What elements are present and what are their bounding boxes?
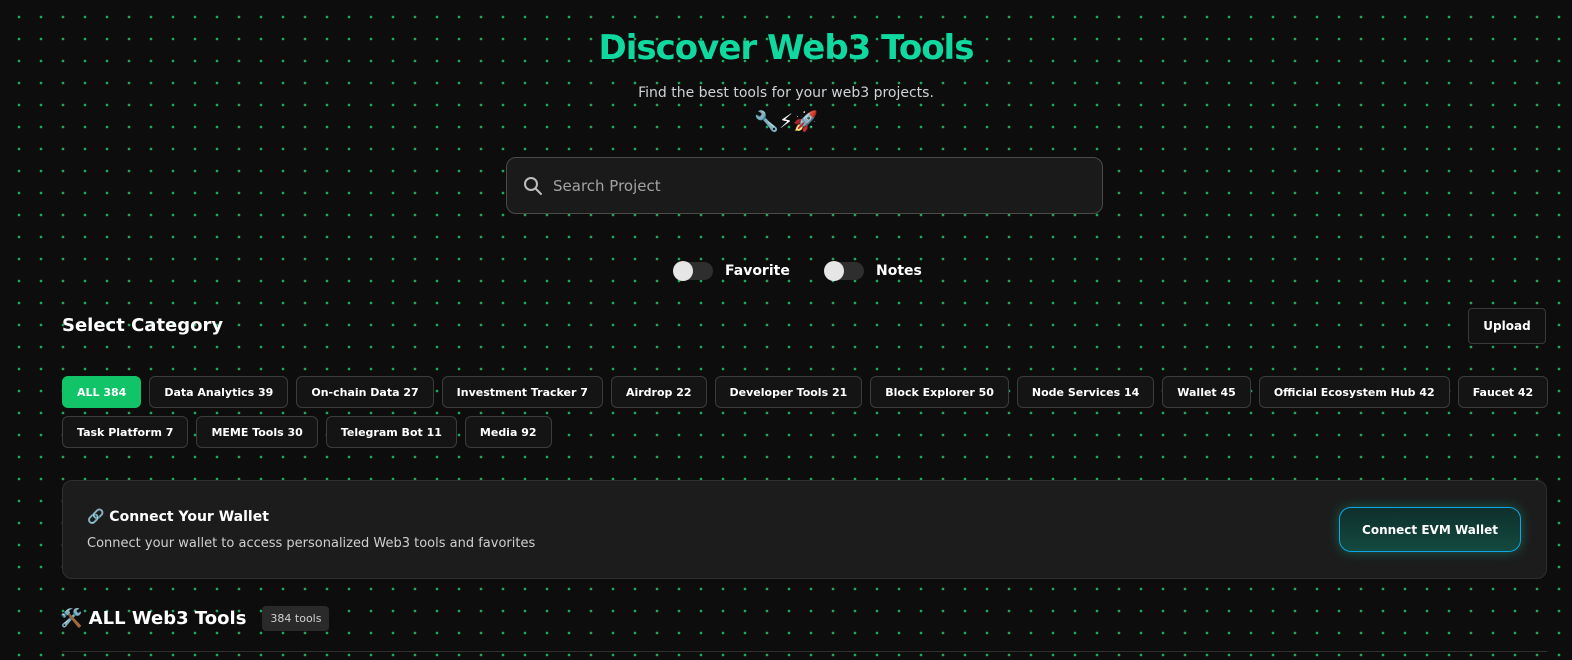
- search-bar[interactable]: [506, 157, 1103, 214]
- category-chip[interactable]: Telegram Bot 11: [325, 416, 457, 448]
- category-chip-row-2: Task Platform 7 MEME Tools 30 Telegram Bot…: [62, 416, 1522, 448]
- category-title: Select Category: [62, 315, 224, 336]
- search-icon: [524, 176, 542, 195]
- connect-evm-wallet-button[interactable]: Connect EVM Wallet: [1339, 507, 1521, 552]
- page-title: Discover Web3 Tools: [598, 28, 975, 68]
- category-chip[interactable]: Official Ecosystem Hub 42: [1258, 376, 1450, 408]
- category-chip[interactable]: On-chain Data 27: [296, 376, 434, 408]
- favorite-toggle-group[interactable]: Favorite: [673, 261, 790, 281]
- tools-title: 🛠️ ALL Web3 Tools: [60, 608, 247, 629]
- tools-heading: 🛠️ ALL Web3 Tools 384 tools: [60, 606, 330, 631]
- favorite-toggle-label: Favorite: [725, 263, 790, 279]
- category-chip[interactable]: ALL 384: [62, 376, 142, 408]
- category-chip[interactable]: Developer Tools 21: [714, 376, 863, 408]
- hero-emojis: 🔧⚡🚀: [754, 109, 818, 133]
- category-chip[interactable]: Faucet 42: [1457, 376, 1549, 408]
- wallet-description: Connect your wallet to access personaliz…: [87, 536, 536, 551]
- category-chip[interactable]: Investment Tracker 7: [441, 376, 603, 408]
- favorite-toggle-knob: [673, 261, 693, 281]
- category-chip[interactable]: Airdrop 22: [610, 376, 707, 408]
- category-chip[interactable]: Task Platform 7: [62, 416, 189, 448]
- category-chip[interactable]: Media 92: [464, 416, 552, 448]
- category-chip[interactable]: Wallet 45: [1162, 376, 1251, 408]
- category-chip[interactable]: Data Analytics 39: [149, 376, 289, 408]
- category-chip[interactable]: MEME Tools 30: [196, 416, 318, 448]
- wallet-panel: 🔗 Connect Your Wallet Connect your walle…: [62, 480, 1547, 579]
- page-subtitle: Find the best tools for your web3 projec…: [638, 85, 934, 101]
- upload-button[interactable]: Upload: [1468, 308, 1546, 344]
- divider: [62, 651, 1547, 652]
- notes-toggle[interactable]: [824, 261, 864, 281]
- category-chips: ALL 384 Data Analytics 39 On-chain Data 27…: [62, 376, 1549, 456]
- notes-toggle-group[interactable]: Notes: [824, 261, 922, 281]
- notes-toggle-knob: [824, 261, 844, 281]
- tools-count-badge: 384 tools: [262, 606, 330, 631]
- category-chip[interactable]: Node Services 14: [1016, 376, 1155, 408]
- wallet-title: 🔗 Connect Your Wallet: [87, 509, 269, 525]
- notes-toggle-label: Notes: [876, 263, 922, 279]
- search-input[interactable]: [553, 176, 1073, 195]
- category-chip[interactable]: Block Explorer 50: [870, 376, 1009, 408]
- favorite-toggle[interactable]: [673, 261, 713, 281]
- category-chip-row-1: ALL 384 Data Analytics 39 On-chain Data 27…: [62, 376, 1549, 408]
